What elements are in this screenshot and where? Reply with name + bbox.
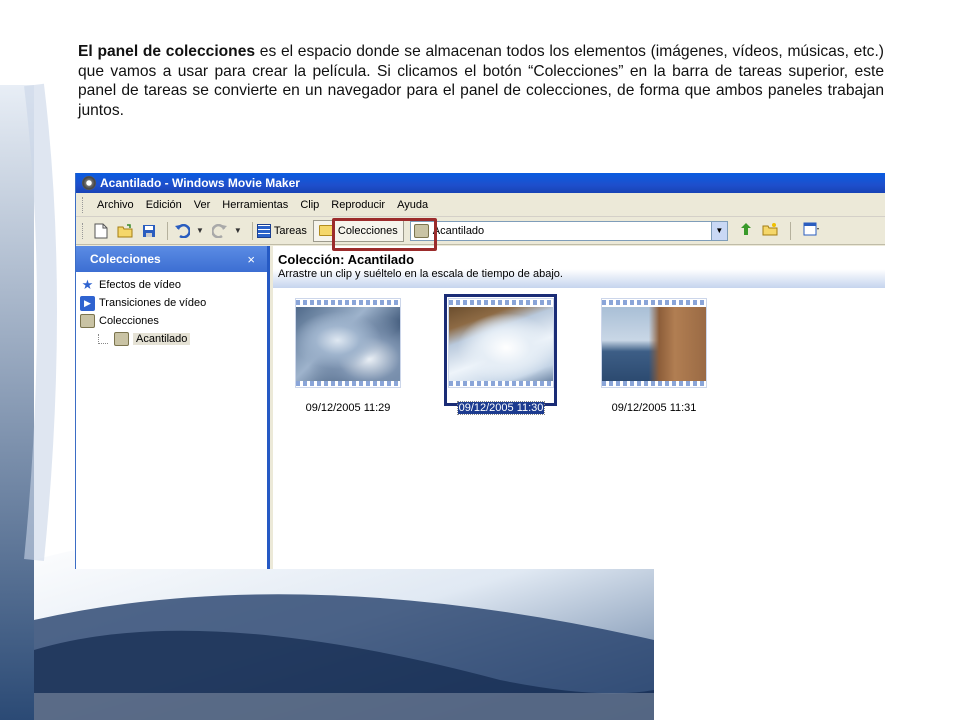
open-project-button[interactable] bbox=[115, 221, 135, 241]
clip-filmstrip bbox=[295, 298, 401, 388]
tree-item-efectos[interactable]: ★ Efectos de vídeo bbox=[80, 276, 267, 294]
collection-nav-buttons bbox=[738, 221, 821, 240]
toolbar-separator bbox=[251, 221, 253, 240]
menu-herramientas[interactable]: Herramientas bbox=[216, 199, 294, 211]
paragraph-bold-lead: El panel de colecciones bbox=[78, 43, 256, 60]
tree-item-transiciones[interactable]: ▶ Transiciones de vídeo bbox=[80, 294, 267, 312]
window-title: Acantilado - Windows Movie Maker bbox=[100, 176, 300, 190]
new-project-button[interactable] bbox=[91, 221, 111, 241]
clip-filmstrip bbox=[448, 298, 554, 388]
main-toolbar: ▼ ▼ Tareas Colecciones Acantilado ▼ bbox=[76, 217, 885, 245]
menu-grip-handle[interactable] bbox=[82, 196, 85, 213]
window-titlebar[interactable]: Acantilado - Windows Movie Maker bbox=[76, 173, 885, 193]
menu-bar: Archivo Edición Ver Herramientas Clip Re… bbox=[76, 193, 885, 217]
collection-select[interactable]: Acantilado ▼ bbox=[409, 220, 728, 241]
undo-arrow-icon bbox=[175, 223, 190, 238]
toolbar-separator bbox=[167, 221, 168, 240]
toolbar-grip-handle[interactable] bbox=[82, 222, 85, 239]
clip-thumbnail bbox=[296, 307, 400, 381]
collection-select-value: Acantilado bbox=[432, 224, 485, 237]
new-document-icon bbox=[94, 223, 108, 238]
collections-panel: Colecciones × ★ Efectos de vídeo ▶ Trans… bbox=[76, 246, 270, 569]
menu-edicion[interactable]: Edición bbox=[140, 199, 188, 211]
collection-header: Colección: Acantilado Arrastre un clip y… bbox=[273, 246, 885, 288]
clip-date: 09/12/2005 11:30 bbox=[456, 401, 546, 415]
tree-item-acantilado[interactable]: Acantilado bbox=[80, 330, 267, 348]
description-paragraph: El panel de colecciones es el espacio do… bbox=[78, 42, 884, 120]
collection-title: Colección: Acantilado bbox=[278, 252, 415, 267]
up-one-level-button[interactable] bbox=[738, 222, 754, 239]
clip-item[interactable]: 09/12/2005 11:31 bbox=[601, 298, 707, 414]
redo-dropdown-chevron-icon[interactable]: ▼ bbox=[234, 226, 242, 235]
redo-button[interactable] bbox=[210, 221, 230, 241]
menu-ayuda[interactable]: Ayuda bbox=[391, 199, 434, 211]
new-folder-icon bbox=[762, 223, 778, 236]
open-folder-icon bbox=[117, 223, 133, 237]
menu-archivo[interactable]: Archivo bbox=[91, 199, 140, 211]
clip-date: 09/12/2005 11:29 bbox=[305, 402, 391, 414]
collection-content-area: Colección: Acantilado Arrastre un clip y… bbox=[273, 246, 885, 569]
save-project-button[interactable] bbox=[139, 221, 159, 241]
colecciones-highlight-box bbox=[332, 218, 437, 251]
movie-maker-reel-icon bbox=[82, 176, 96, 190]
movie-maker-window: Acantilado - Windows Movie Maker Archivo… bbox=[75, 173, 885, 569]
tree-item-label: Transiciones de vídeo bbox=[99, 297, 207, 309]
tree-item-colecciones[interactable]: Colecciones bbox=[80, 312, 267, 330]
clip-thumbnail bbox=[602, 307, 706, 381]
clip-filmstrip bbox=[601, 298, 707, 388]
tree-item-label: Colecciones bbox=[99, 315, 159, 327]
menu-reproducir[interactable]: Reproducir bbox=[325, 199, 391, 211]
tareas-button[interactable]: Tareas bbox=[256, 223, 307, 238]
menu-clip[interactable]: Clip bbox=[294, 199, 325, 211]
tree-item-label: Acantilado bbox=[133, 333, 191, 345]
undo-dropdown-chevron-icon[interactable]: ▼ bbox=[196, 226, 204, 235]
new-collection-button[interactable] bbox=[762, 222, 778, 239]
transition-play-icon: ▶ bbox=[80, 295, 95, 311]
tree-item-label: Efectos de vídeo bbox=[99, 279, 181, 291]
redo-arrow-icon bbox=[211, 223, 227, 238]
collection-subtitle: Arrastre un clip y suéltelo en la escala… bbox=[278, 268, 563, 280]
undo-button[interactable] bbox=[172, 221, 192, 241]
view-grid-icon bbox=[803, 222, 819, 236]
views-button[interactable] bbox=[803, 222, 821, 239]
chevron-down-icon[interactable]: ▼ bbox=[710, 221, 727, 240]
clip-thumbnail bbox=[449, 307, 553, 381]
toolbar-separator bbox=[789, 221, 791, 240]
collection-film-icon bbox=[114, 332, 129, 347]
tree-connector-line bbox=[98, 334, 108, 344]
clip-item-selected[interactable]: 09/12/2005 11:30 bbox=[448, 298, 554, 415]
collections-tree: ★ Efectos de vídeo ▶ Transiciones de víd… bbox=[76, 272, 267, 348]
up-arrow-folder-icon bbox=[740, 223, 751, 235]
clip-item[interactable]: 09/12/2005 11:29 bbox=[295, 298, 401, 414]
collections-panel-title: Colecciones bbox=[90, 252, 161, 266]
tareas-label: Tareas bbox=[273, 224, 307, 237]
task-list-icon bbox=[256, 223, 271, 238]
clip-date: 09/12/2005 11:31 bbox=[611, 402, 697, 414]
menu-ver[interactable]: Ver bbox=[188, 199, 217, 211]
save-disk-icon bbox=[143, 224, 155, 237]
close-icon[interactable]: × bbox=[247, 252, 255, 267]
star-icon: ★ bbox=[81, 277, 94, 292]
collections-panel-header: Colecciones × bbox=[76, 246, 267, 272]
collection-film-icon bbox=[80, 314, 95, 329]
